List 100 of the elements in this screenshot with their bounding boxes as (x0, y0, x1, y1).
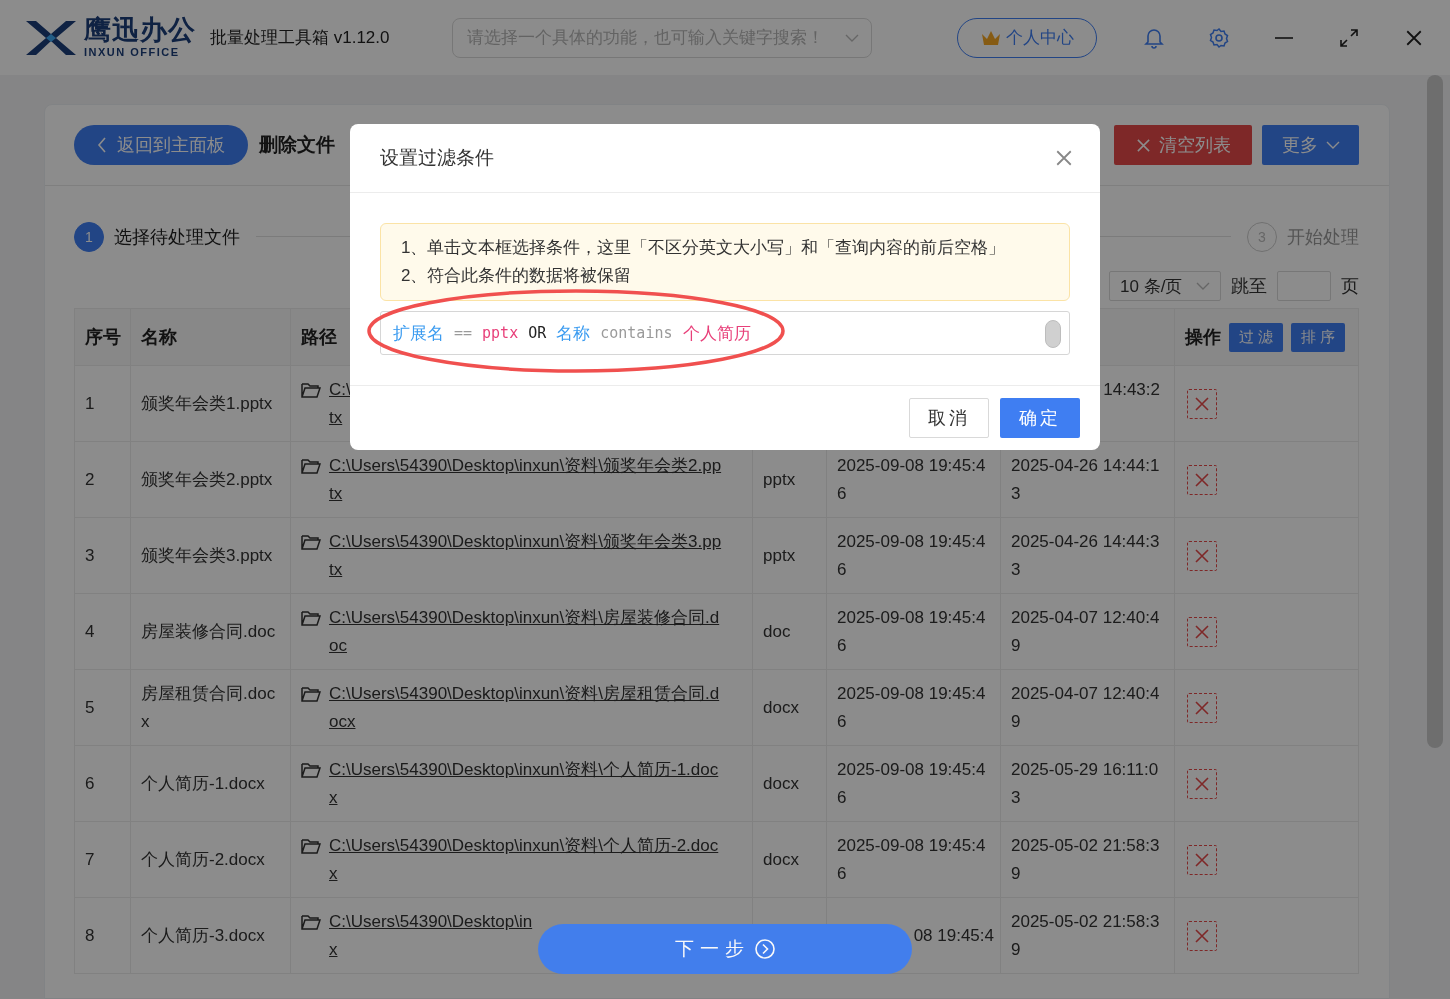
modified-time: 2025-05-02 21:58:3 9 (1011, 910, 1161, 961)
created-time: 08 19:45:4 (912, 924, 994, 947)
file-name: 个人简历-2.docx (141, 848, 266, 871)
close-icon (1135, 137, 1151, 153)
modified-time: 2025-05-02 21:58:3 9 (1011, 834, 1161, 885)
chevron-down-icon (1325, 141, 1340, 149)
cancel-button[interactable]: 取消 (909, 398, 989, 438)
modified-time: 2025-04-07 12:40:4 9 (1011, 606, 1161, 657)
filter-token: 扩展名 (393, 321, 444, 345)
modified-time: 2025-04-26 14:44:3 3 (1011, 530, 1161, 581)
column-title: 名称 (141, 327, 177, 347)
app-title: 批量处理工具箱 v1.12.0 (210, 27, 390, 49)
scrollbar-thumb[interactable] (1427, 75, 1443, 748)
folder-icon (301, 609, 321, 626)
row-index: 8 (85, 924, 96, 947)
column-title: 序号 (85, 327, 121, 347)
close-icon (1194, 623, 1210, 640)
delete-row-button[interactable] (1187, 616, 1217, 647)
chevron-down-icon (844, 33, 859, 42)
row-index: 1 (85, 392, 96, 415)
file-name: 个人简历-1.docx (141, 772, 266, 795)
delete-row-button[interactable] (1187, 464, 1217, 495)
file-extension: pptx (763, 544, 797, 567)
back-to-main-button[interactable]: 返回到主面板 (74, 125, 248, 165)
row-index: 2 (85, 468, 96, 491)
delete-row-button[interactable] (1187, 920, 1217, 951)
filter-token: pptx (482, 324, 519, 342)
close-icon (1194, 471, 1210, 488)
folder-icon (301, 533, 321, 550)
file-name: 个人简历-3.docx (141, 924, 266, 947)
created-time: 2025-09-08 19:45:4 6 (837, 834, 987, 885)
page-size-select[interactable]: 10 条/页 (1109, 271, 1221, 301)
filter-expression-field[interactable]: 扩展名 == pptx OR 名称 contains 个人简历 (380, 311, 1070, 355)
step-label: 开始处理 (1287, 225, 1359, 249)
folder-icon (301, 837, 321, 854)
file-name: 颁奖年会类2.pptx (141, 468, 274, 491)
created-time: 2025-09-08 19:45:4 6 (837, 454, 987, 505)
confirm-button[interactable]: 确定 (1000, 398, 1080, 438)
chevron-left-icon (97, 137, 107, 153)
file-extension: docx (763, 848, 800, 871)
file-extension: docx (763, 696, 800, 719)
close-icon (1194, 775, 1210, 792)
close-glyph-icon (1055, 149, 1073, 167)
filter-token: 个人简历 (682, 321, 751, 345)
logo-subtitle: INXUN OFFICE (84, 47, 181, 58)
file-name: 颁奖年会类3.pptx (141, 544, 274, 567)
folder-icon (301, 457, 321, 474)
tip-text: 1、单击文本框选择条件，这里「不区分英文大小写」和「查询内容的前后空格」 (401, 237, 1007, 259)
filter-token: OR (528, 324, 547, 342)
arrow-circle-icon (753, 938, 776, 960)
file-path-link[interactable]: C:\Users\54390\Desktop\in x (329, 907, 533, 964)
column-title: 路径 (301, 327, 337, 347)
filter-token: contains (600, 324, 673, 342)
logo-name: 鹰迅办公 (84, 17, 196, 44)
close-icon (1194, 395, 1210, 412)
created-time: 2025-09-08 19:45:4 6 (837, 606, 987, 657)
close-glyph-icon (1404, 28, 1423, 47)
folder-icon (301, 685, 321, 702)
created-time: 2025-09-08 19:45:4 6 (837, 758, 987, 809)
folder-icon (301, 913, 321, 930)
next-step-button[interactable]: 下一步 (538, 924, 912, 974)
filter-token: 名称 (556, 321, 591, 345)
created-time: 2025-09-08 19:45:4 6 (837, 530, 987, 581)
table-header-button[interactable]: 排 序 (1291, 322, 1345, 352)
column-title: 操作 (1185, 326, 1221, 349)
file-extension: pptx (763, 468, 797, 491)
created-time: 2025-09-08 19:45:4 6 (837, 682, 987, 733)
close-icon (1194, 851, 1210, 868)
tip-text: 2、符合此条件的数据将被保留 (401, 265, 633, 287)
user-center-button[interactable]: 个人中心 (956, 17, 1097, 58)
filter-token: == (454, 324, 473, 342)
file-name: 房屋租赁合同.doc x (141, 682, 277, 733)
table-header-button[interactable]: 过 滤 (1229, 322, 1283, 352)
chevron-down-icon (1196, 282, 1210, 290)
delete-row-button[interactable] (1187, 768, 1217, 799)
close-icon (1194, 699, 1210, 716)
close-icon (1194, 547, 1210, 564)
row-index: 6 (85, 772, 96, 795)
logo-icon (24, 18, 78, 57)
row-index: 3 (85, 544, 96, 567)
page-title: 删除文件 (259, 133, 335, 157)
file-extension: docx (763, 772, 800, 795)
clear-list-button[interactable]: 清空列表 (1114, 125, 1252, 165)
dialog-title: 设置过滤条件 (380, 146, 494, 170)
folder-icon (301, 381, 321, 398)
delete-row-button[interactable] (1187, 540, 1217, 571)
more-menu-button[interactable]: 更多 (1262, 125, 1359, 165)
file-path-link[interactable]: C:\ tx (329, 375, 351, 432)
page-suffix-label: 页 (1341, 275, 1359, 298)
row-index: 7 (85, 848, 96, 871)
row-index: 4 (85, 620, 96, 643)
step-number: 1 (74, 221, 104, 252)
file-extension: doc (763, 620, 792, 643)
close-icon (1194, 927, 1210, 944)
row-index: 5 (85, 696, 96, 719)
delete-row-button[interactable] (1187, 844, 1217, 875)
delete-row-button[interactable] (1187, 692, 1217, 723)
delete-row-button[interactable] (1187, 388, 1217, 419)
modified-time: 2025-04-26 14:44:1 3 (1011, 454, 1161, 505)
modified-time: 14:43:2 (1102, 378, 1160, 401)
